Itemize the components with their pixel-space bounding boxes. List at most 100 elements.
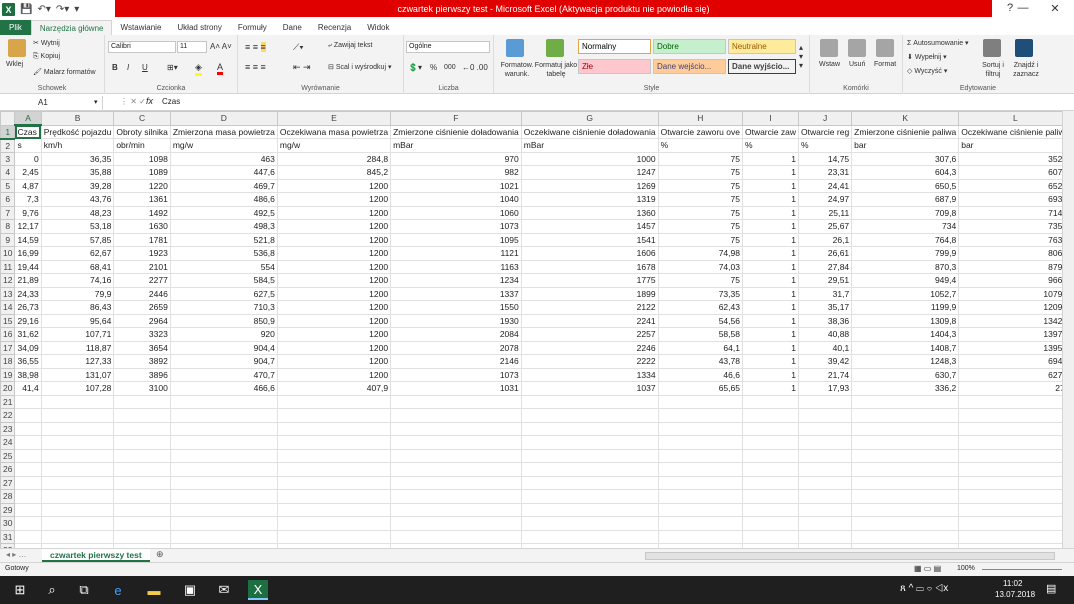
cell[interactable] bbox=[276, 475, 392, 490]
italic-button[interactable]: I bbox=[127, 63, 129, 72]
cell[interactable]: bar bbox=[958, 138, 1073, 153]
cell[interactable]: 24,41 bbox=[797, 178, 853, 193]
cell[interactable] bbox=[741, 475, 799, 490]
cell[interactable]: 1309,8 bbox=[851, 313, 960, 328]
cut-button[interactable]: ✂ Wytnij bbox=[33, 39, 60, 47]
cell[interactable] bbox=[113, 516, 171, 531]
cell[interactable]: 57,85 bbox=[40, 232, 115, 247]
sort-filter-button[interactable]: Sortuj i filtruj bbox=[977, 61, 1009, 79]
cell[interactable]: 2101 bbox=[113, 259, 171, 274]
cell[interactable] bbox=[14, 529, 42, 544]
grow-font-icon[interactable]: A˄ A˅ bbox=[210, 42, 232, 51]
cell[interactable] bbox=[657, 502, 743, 517]
row-header[interactable]: 21 bbox=[0, 394, 16, 409]
cell[interactable]: 4,87 bbox=[14, 178, 42, 193]
find-select-icon[interactable] bbox=[1015, 39, 1033, 57]
cell[interactable]: 1342,3 bbox=[958, 313, 1073, 328]
row-header[interactable]: 5 bbox=[0, 178, 16, 193]
cell[interactable] bbox=[520, 421, 659, 436]
cell[interactable] bbox=[851, 529, 960, 544]
undo-icon[interactable]: ↶▾ bbox=[37, 3, 50, 16]
row-header[interactable]: 8 bbox=[0, 219, 16, 234]
cell[interactable] bbox=[958, 516, 1073, 531]
notifications-icon[interactable]: ▤ bbox=[1046, 582, 1056, 595]
cell[interactable]: 19,44 bbox=[14, 259, 42, 274]
row-header[interactable]: 11 bbox=[0, 259, 16, 274]
cell[interactable]: 43,76 bbox=[40, 192, 115, 207]
cell-style-0[interactable]: Normalny bbox=[578, 39, 651, 54]
cell[interactable]: 536,8 bbox=[169, 246, 278, 261]
cell[interactable] bbox=[14, 475, 42, 490]
cell[interactable] bbox=[797, 502, 853, 517]
cell[interactable]: 336,2 bbox=[851, 381, 960, 396]
cell[interactable]: 1098 bbox=[113, 151, 171, 166]
cell[interactable]: 1 bbox=[741, 165, 799, 180]
cell[interactable]: 24,97 bbox=[797, 192, 853, 207]
cell[interactable]: 1220 bbox=[113, 178, 171, 193]
cell[interactable]: 470,7 bbox=[169, 367, 278, 382]
cell[interactable] bbox=[390, 421, 522, 436]
cell[interactable]: 1 bbox=[741, 367, 799, 382]
cell[interactable]: 24,33 bbox=[14, 286, 42, 301]
cell[interactable]: 1073 bbox=[390, 219, 522, 234]
cell[interactable]: 25,11 bbox=[797, 205, 853, 220]
cell[interactable]: mg/w bbox=[276, 138, 392, 153]
cell[interactable]: 1040 bbox=[390, 192, 522, 207]
cell[interactable] bbox=[958, 502, 1073, 517]
cell[interactable]: 554 bbox=[169, 259, 278, 274]
cell[interactable]: 469,7 bbox=[169, 178, 278, 193]
tab-1[interactable]: Narzędzia główne bbox=[30, 20, 113, 35]
cell[interactable]: 1200 bbox=[276, 178, 392, 193]
cell[interactable]: 1 bbox=[741, 219, 799, 234]
cell[interactable]: 17,93 bbox=[797, 381, 853, 396]
cell[interactable]: 26,61 bbox=[797, 246, 853, 261]
orientation-icon[interactable]: ⟋▾ bbox=[293, 42, 304, 53]
cell[interactable]: 3323 bbox=[113, 327, 171, 342]
cell[interactable] bbox=[113, 435, 171, 450]
cell[interactable]: 1200 bbox=[276, 246, 392, 261]
cell[interactable]: 1121 bbox=[390, 246, 522, 261]
row-header[interactable]: 14 bbox=[0, 300, 16, 315]
cell[interactable]: 74,03 bbox=[657, 259, 743, 274]
cell[interactable]: 966,8 bbox=[958, 273, 1073, 288]
cell[interactable]: Zmierzona masa powietrza bbox=[169, 124, 278, 139]
cell[interactable] bbox=[958, 489, 1073, 504]
row-header[interactable]: 24 bbox=[0, 435, 16, 450]
cell[interactable]: 1781 bbox=[113, 232, 171, 247]
cell[interactable]: Otwarcie zaworu ove bbox=[657, 124, 743, 139]
cell[interactable]: 764,8 bbox=[851, 232, 960, 247]
sheet-nav-icon[interactable]: ◂ ▸ … bbox=[6, 550, 26, 559]
row-header[interactable]: 30 bbox=[0, 516, 16, 531]
cell[interactable] bbox=[14, 462, 42, 477]
row-header[interactable]: 4 bbox=[0, 165, 16, 180]
cell[interactable] bbox=[657, 462, 743, 477]
cell[interactable] bbox=[14, 516, 42, 531]
cell[interactable]: 2446 bbox=[113, 286, 171, 301]
cell[interactable] bbox=[276, 435, 392, 450]
fill-button[interactable]: ⬇ Wypełnij ▾ bbox=[907, 53, 947, 61]
cell[interactable] bbox=[40, 475, 115, 490]
cell[interactable]: 118,87 bbox=[40, 340, 115, 355]
cell[interactable] bbox=[657, 435, 743, 450]
cell[interactable] bbox=[14, 435, 42, 450]
row-header[interactable]: 28 bbox=[0, 489, 16, 504]
cell[interactable]: 62,43 bbox=[657, 300, 743, 315]
cell[interactable] bbox=[169, 529, 278, 544]
cell[interactable] bbox=[741, 408, 799, 423]
row-header[interactable]: 15 bbox=[0, 313, 16, 328]
cell[interactable]: 75 bbox=[657, 178, 743, 193]
cell[interactable] bbox=[40, 408, 115, 423]
cell[interactable] bbox=[390, 435, 522, 450]
column-header[interactable]: G bbox=[520, 111, 659, 126]
format-as-table-icon[interactable] bbox=[546, 39, 564, 57]
cell[interactable]: 3654 bbox=[113, 340, 171, 355]
font-name-select[interactable]: Calibri bbox=[108, 41, 176, 53]
cell[interactable]: km/h bbox=[40, 138, 115, 153]
cell[interactable]: 1 bbox=[741, 313, 799, 328]
cell[interactable]: 850,9 bbox=[169, 313, 278, 328]
cell[interactable]: 75 bbox=[657, 165, 743, 180]
cell[interactable] bbox=[657, 421, 743, 436]
cell[interactable] bbox=[797, 529, 853, 544]
cell[interactable]: 845,2 bbox=[276, 165, 392, 180]
cell[interactable] bbox=[851, 489, 960, 504]
